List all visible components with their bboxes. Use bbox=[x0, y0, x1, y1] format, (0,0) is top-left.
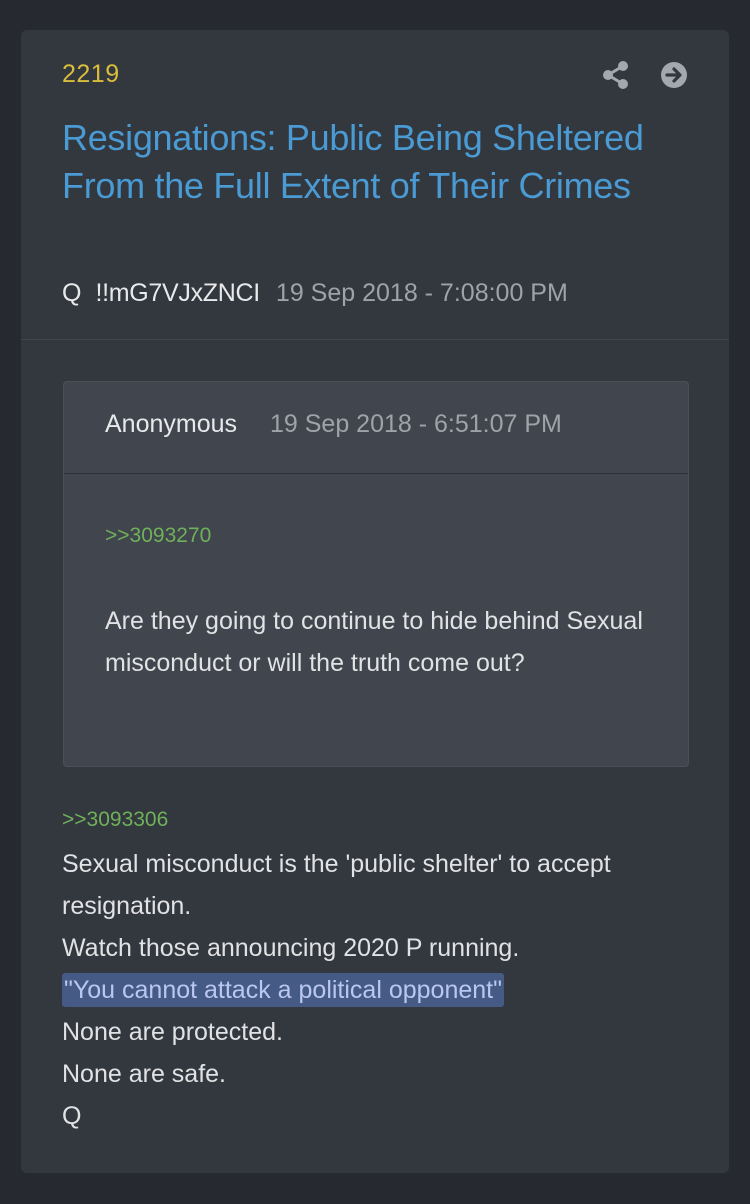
post-title[interactable]: Resignations: Public Being Sheltered Fro… bbox=[62, 114, 682, 210]
post-body-line: Sexual misconduct is the 'public shelter… bbox=[62, 850, 611, 878]
post-header: 2219 Resignations: Public Being Sheltere… bbox=[21, 30, 729, 340]
post-card: 2219 Resignations: Public Being Sheltere… bbox=[21, 30, 729, 1173]
post-body-line-highlighted: "You cannot attack a political opponent" bbox=[62, 969, 702, 1011]
quoted-post-text: Are they going to continue to hide behin… bbox=[105, 607, 643, 677]
quoted-post-author: Anonymous bbox=[105, 410, 238, 438]
post-number: 2219 bbox=[62, 60, 120, 88]
post-tripcode: !!mG7VJxZNCI bbox=[95, 279, 260, 307]
post-reply-link[interactable]: >>3093306 bbox=[62, 805, 702, 835]
post-body-line: None are safe. bbox=[62, 1060, 226, 1088]
quoted-post-reply-link[interactable]: >>3093270 bbox=[105, 524, 211, 548]
post-body-line: Watch those announcing 2020 P running. bbox=[62, 934, 520, 962]
quoted-post-timestamp: 19 Sep 2018 - 6:51:07 PM bbox=[270, 410, 562, 438]
post-author: Q bbox=[62, 279, 82, 307]
post-meta: Q !!mG7VJxZNCI 19 Sep 2018 - 7:08:00 PM bbox=[62, 276, 568, 310]
post-timestamp: 19 Sep 2018 - 7:08:00 PM bbox=[275, 279, 568, 307]
quoted-post: Anonymous 19 Sep 2018 - 6:51:07 PM >>309… bbox=[63, 381, 689, 767]
post-signature: Q bbox=[62, 1102, 82, 1130]
quoted-post-header: Anonymous 19 Sep 2018 - 6:51:07 PM bbox=[64, 382, 688, 474]
highlighted-text: "You cannot attack a political opponent" bbox=[62, 973, 504, 1007]
arrow-right-circle-icon[interactable] bbox=[659, 60, 689, 90]
post-body: >>3093306 Sexual misconduct is the 'publ… bbox=[62, 805, 702, 1137]
post-body-line: None are protected. bbox=[62, 1018, 283, 1046]
post-body-line: resignation. bbox=[62, 892, 192, 920]
share-icon[interactable] bbox=[601, 60, 631, 90]
